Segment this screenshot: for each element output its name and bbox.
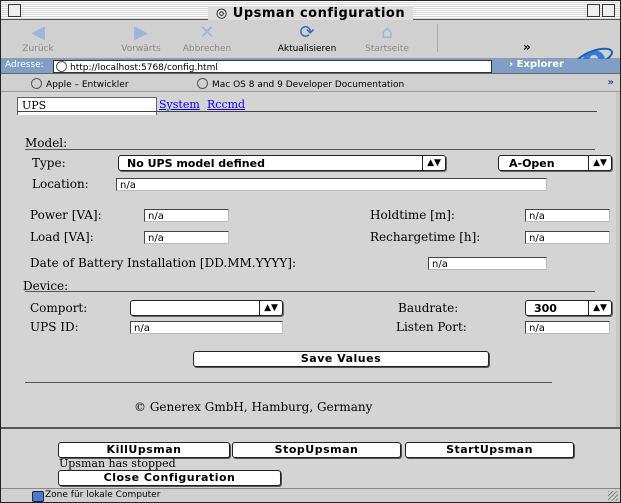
open-mode-value: A-Open <box>509 157 555 170</box>
resize-grip-icon[interactable] <box>608 491 618 501</box>
address-bar: Adresse: http://localhost:5768/config.ht… <box>1 59 620 74</box>
power-field[interactable]: n/a <box>144 209 229 222</box>
listen-port-field[interactable]: n/a <box>525 321 610 334</box>
explorer-label: Explorer <box>516 59 564 70</box>
navigation-toolbar: ◀ Zurück ▶ Vorwärts ✕ Abbrechen ⟳ Aktual… <box>1 20 620 75</box>
location-label: Location: <box>32 177 89 191</box>
kill-upsman-button[interactable]: KillUpsman <box>58 442 230 458</box>
listen-port-label: Listen Port: <box>396 320 467 334</box>
title-bar[interactable]: ◎ Upsman configuration <box>1 1 620 21</box>
type-label: Type: <box>32 156 66 170</box>
local-zone-icon <box>32 491 44 502</box>
refresh-label: Aktualisieren <box>277 44 337 54</box>
battery-date-field[interactable]: n/a <box>428 257 547 270</box>
rechargetime-field[interactable]: n/a <box>525 231 610 244</box>
url-field[interactable]: http://localhost:5768/config.html <box>53 60 492 73</box>
stop-x-icon: ✕ <box>199 22 215 43</box>
content-scroll-edge <box>616 92 620 427</box>
tab-panel-border <box>17 111 597 113</box>
collapse-box[interactable] <box>602 4 615 17</box>
footer-divider <box>25 382 552 383</box>
select-arrows-icon: ▲▼ <box>422 156 445 170</box>
select-arrows-icon: ▲▼ <box>588 301 611 315</box>
home-icon: ⌂ <box>381 22 393 43</box>
page-globe-icon <box>56 61 67 72</box>
open-mode-select[interactable]: A-Open ▲▼ <box>498 155 612 171</box>
toolbar-more-button[interactable]: » <box>523 40 531 54</box>
status-bar: Zone für lokale Computer <box>1 488 620 502</box>
stop-label: Abbrechen <box>182 44 232 54</box>
home-label: Startseite <box>365 44 409 54</box>
ups-id-label: UPS ID: <box>30 320 79 334</box>
window-title: ◎ Upsman configuration <box>207 6 414 21</box>
home-button[interactable]: ⌂ Startseite <box>359 22 415 54</box>
stop-upsman-button[interactable]: StopUpsman <box>232 442 401 458</box>
refresh-icon: ⟳ <box>299 22 315 43</box>
favorite-globe-icon <box>197 78 208 89</box>
rechargetime-label: Rechargetime [h]: <box>370 230 481 244</box>
holdtime-label: Holdtime [m]: <box>370 208 455 222</box>
window-title-wrap: ◎ Upsman configuration <box>1 2 620 21</box>
battery-date-label: Date of Battery Installation [DD.MM.YYYY… <box>30 256 297 270</box>
forward-button[interactable]: ▶ Vorwärts <box>113 22 169 54</box>
location-field[interactable]: n/a <box>116 178 547 191</box>
upsman-status-text: Upsman has stopped <box>59 457 176 470</box>
forward-arrow-icon: ▶ <box>134 22 148 43</box>
start-upsman-button[interactable]: StartUpsman <box>405 442 574 458</box>
url-text: http://localhost:5768/config.html <box>70 63 218 73</box>
select-arrows-icon: ▲▼ <box>588 156 611 170</box>
explorer-bar-button[interactable]: › Explorer <box>509 59 564 70</box>
config-tabs: UPS System Rccmd <box>17 97 597 115</box>
zone-text: Zone für lokale Computer <box>45 490 161 500</box>
config-page: UPS System Rccmd Model: Type: No UPS mod… <box>1 92 616 427</box>
favorites-more-button[interactable]: » <box>608 77 614 88</box>
window-title-text: Upsman configuration <box>232 6 406 21</box>
control-frame: KillUpsman StopUpsman StartUpsman Upsman… <box>1 427 620 489</box>
address-label: Adresse: <box>5 60 44 70</box>
back-label: Zurück <box>22 44 54 54</box>
favorite-globe-icon <box>31 78 42 89</box>
ups-type-value: No UPS model defined <box>127 157 265 170</box>
stop-button[interactable]: ✕ Abbrechen <box>179 22 235 54</box>
ups-id-field[interactable]: n/a <box>130 321 283 334</box>
save-values-button[interactable]: Save Values <box>193 351 489 367</box>
comport-label: Comport: <box>30 301 88 315</box>
back-arrow-icon: ◀ <box>31 22 45 43</box>
ups-type-select[interactable]: No UPS model defined ▲▼ <box>118 155 446 171</box>
model-heading: Model: <box>25 136 68 150</box>
copyright-text: © Generex GmbH, Hamburg, Germany <box>134 400 373 414</box>
tab-rccmd[interactable]: Rccmd <box>207 97 245 112</box>
load-label: Load [VA]: <box>30 230 94 244</box>
load-field[interactable]: n/a <box>144 231 229 244</box>
favorite-label: Mac OS 8 and 9 Developer Documentation <box>212 80 405 90</box>
baudrate-label: Baudrate: <box>398 301 459 315</box>
baudrate-select[interactable]: 300 ▲▼ <box>525 300 612 316</box>
forward-label: Vorwärts <box>121 44 161 54</box>
favorite-macos-docs[interactable]: Mac OS 8 and 9 Developer Documentation <box>197 78 404 90</box>
baudrate-value: 300 <box>534 302 557 315</box>
power-label: Power [VA]: <box>30 208 102 222</box>
zoom-box[interactable] <box>587 4 600 17</box>
favorite-apple-developer[interactable]: Apple – Entwickler <box>31 78 129 90</box>
model-divider <box>25 149 595 150</box>
favorites-bar: Apple – Entwickler Mac OS 8 and 9 Develo… <box>1 75 620 92</box>
comport-select[interactable]: ▲▼ <box>130 300 283 316</box>
favorite-label: Apple – Entwickler <box>46 80 129 90</box>
holdtime-field[interactable]: n/a <box>525 209 610 222</box>
refresh-button[interactable]: ⟳ Aktualisieren <box>265 22 349 54</box>
browser-window: ◎ Upsman configuration ◀ Zurück ▶ Vorwär… <box>0 0 621 503</box>
select-arrows-icon: ▲▼ <box>259 301 282 315</box>
close-configuration-button[interactable]: Close Configuration <box>58 470 281 486</box>
back-button[interactable]: ◀ Zurück <box>15 22 61 54</box>
toolbar-separator <box>437 24 438 52</box>
tab-system[interactable]: System <box>159 97 200 112</box>
device-divider <box>25 291 595 292</box>
